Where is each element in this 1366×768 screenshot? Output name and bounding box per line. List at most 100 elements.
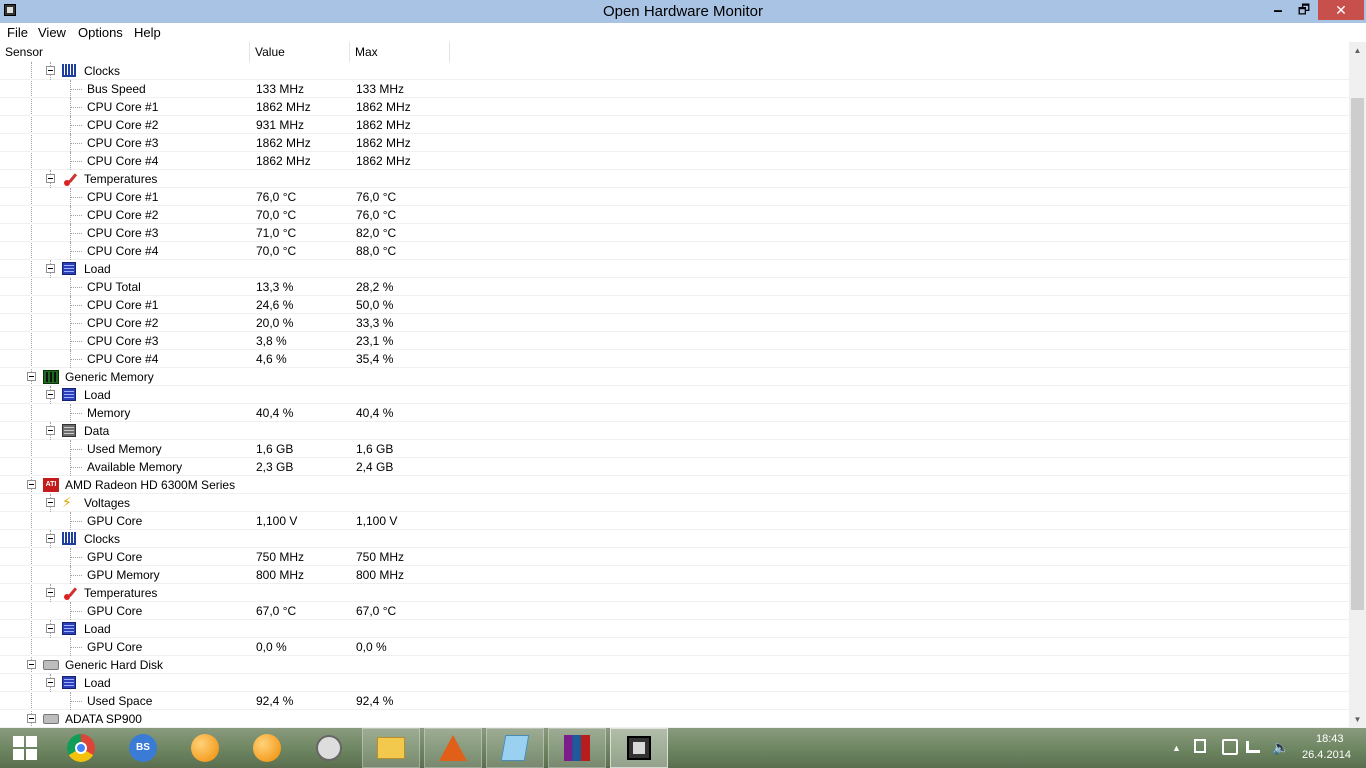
sensor-row[interactable]: CPU Core #2 70,0 °C 76,0 °C xyxy=(0,206,1349,224)
sensor-value: 1862 MHz xyxy=(256,136,311,150)
collapse-toggle[interactable] xyxy=(27,480,36,489)
scroll-down-button[interactable]: ▼ xyxy=(1349,711,1366,728)
collapse-toggle[interactable] xyxy=(27,714,36,723)
sensor-group-row[interactable]: ⚡ Voltages xyxy=(0,494,1349,512)
sensor-row[interactable]: CPU Core #1 24,6 % 50,0 % xyxy=(0,296,1349,314)
tree-connector xyxy=(70,251,82,252)
menu-options[interactable]: Options xyxy=(78,25,123,40)
sensor-row[interactable]: CPU Core #3 1862 MHz 1862 MHz xyxy=(0,134,1349,152)
sensor-group-row[interactable]: Load xyxy=(0,260,1349,278)
sensor-group-row[interactable]: Temperatures xyxy=(0,584,1349,602)
sensor-row[interactable]: Used Space 92,4 % 92,4 % xyxy=(0,692,1349,710)
sensor-row[interactable]: CPU Total 13,3 % 28,2 % xyxy=(0,278,1349,296)
taskbar-file-explorer[interactable] xyxy=(362,728,420,768)
sensor-row[interactable]: CPU Core #1 1862 MHz 1862 MHz xyxy=(0,98,1349,116)
menu-help[interactable]: Help xyxy=(134,25,161,40)
clock-time[interactable]: 18:43 xyxy=(1316,733,1344,745)
sensor-max: 750 MHz xyxy=(356,550,405,564)
taskbar-bluestacks[interactable]: BS xyxy=(114,728,172,768)
collapse-toggle[interactable] xyxy=(46,534,55,543)
sensor-max: 40,4 % xyxy=(356,406,394,420)
sensor-group-row[interactable]: Clocks xyxy=(0,62,1349,80)
collapse-toggle[interactable] xyxy=(27,372,36,381)
hardware-row[interactable]: ATI AMD Radeon HD 6300M Series xyxy=(0,476,1349,494)
collapse-toggle[interactable] xyxy=(46,174,55,183)
tree-connector xyxy=(70,143,82,144)
sensor-row[interactable]: Used Memory 1,6 GB 1,6 GB xyxy=(0,440,1349,458)
collapse-toggle[interactable] xyxy=(46,426,55,435)
sensor-value: 0,0 % xyxy=(256,640,287,654)
vertical-scrollbar[interactable]: ▲ ▼ xyxy=(1349,42,1366,728)
sensor-group-row[interactable]: Load xyxy=(0,674,1349,692)
sensor-group-row[interactable]: Data xyxy=(0,422,1349,440)
sensor-group-row[interactable]: Clocks xyxy=(0,530,1349,548)
sensor-row[interactable]: CPU Core #1 76,0 °C 76,0 °C xyxy=(0,188,1349,206)
taskbar-notebook[interactable] xyxy=(486,728,544,768)
sensor-row[interactable]: CPU Core #3 3,8 % 23,1 % xyxy=(0,332,1349,350)
taskbar-open-hardware-monitor[interactable] xyxy=(610,728,668,768)
taskbar-speedometer[interactable] xyxy=(300,728,358,768)
sensor-group-row[interactable]: Temperatures xyxy=(0,170,1349,188)
clock-date[interactable]: 26.4.2014 xyxy=(1302,749,1351,761)
sensor-row[interactable]: CPU Core #2 931 MHz 1862 MHz xyxy=(0,116,1349,134)
volume-icon[interactable]: 🔈 xyxy=(1272,739,1289,756)
title-bar[interactable]: Open Hardware Monitor 🗕 🗗 ✕ xyxy=(0,0,1366,24)
collapse-toggle[interactable] xyxy=(46,624,55,633)
tree-connector xyxy=(70,233,82,234)
sensor-row[interactable]: GPU Core 0,0 % 0,0 % xyxy=(0,638,1349,656)
taskbar-app-orange-1[interactable] xyxy=(176,728,234,768)
start-button[interactable] xyxy=(0,728,50,768)
collapse-toggle[interactable] xyxy=(46,498,55,507)
column-value[interactable]: Value xyxy=(250,42,350,62)
sensor-row[interactable]: CPU Core #4 1862 MHz 1862 MHz xyxy=(0,152,1349,170)
sensor-name: CPU Core #2 xyxy=(87,208,159,222)
taskbar-winrar[interactable] xyxy=(548,728,606,768)
hardware-row[interactable]: Generic Memory xyxy=(0,368,1349,386)
collapse-toggle[interactable] xyxy=(46,588,55,597)
menu-view[interactable]: View xyxy=(38,25,66,40)
taskbar-matlab[interactable] xyxy=(424,728,482,768)
sensor-group-row[interactable]: Load xyxy=(0,620,1349,638)
load-icon xyxy=(62,622,76,635)
column-sensor[interactable]: Sensor xyxy=(0,42,250,62)
sensor-value: 76,0 °C xyxy=(256,190,297,204)
sensor-row[interactable]: GPU Core 750 MHz 750 MHz xyxy=(0,548,1349,566)
sensor-row[interactable]: CPU Core #4 4,6 % 35,4 % xyxy=(0,350,1349,368)
maximize-button[interactable]: 🗗 xyxy=(1290,0,1318,20)
sensor-row[interactable]: Bus Speed 133 MHz 133 MHz xyxy=(0,80,1349,98)
sensor-value: 13,3 % xyxy=(256,280,294,294)
minimize-button[interactable]: 🗕 xyxy=(1264,0,1292,20)
sensor-row[interactable]: GPU Memory 800 MHz 800 MHz xyxy=(0,566,1349,584)
collapse-toggle[interactable] xyxy=(46,66,55,75)
sensor-group-row[interactable]: Load xyxy=(0,386,1349,404)
action-center-icon[interactable] xyxy=(1194,739,1206,753)
sensor-row[interactable]: Memory 40,4 % 40,4 % xyxy=(0,404,1349,422)
sensor-max: 82,0 °C xyxy=(356,226,397,240)
sensor-row[interactable]: CPU Core #2 20,0 % 33,3 % xyxy=(0,314,1349,332)
scroll-up-button[interactable]: ▲ xyxy=(1349,42,1366,59)
collapse-toggle[interactable] xyxy=(46,678,55,687)
hardware-row[interactable]: Generic Hard Disk xyxy=(0,656,1349,674)
taskbar-app-orange-2[interactable] xyxy=(238,728,296,768)
hardware-row[interactable]: ADATA SP900 xyxy=(0,710,1349,728)
taskbar-chrome[interactable] xyxy=(52,728,110,768)
sensor-name: Clocks xyxy=(84,64,121,78)
menu-file[interactable]: File xyxy=(7,25,28,40)
collapse-toggle[interactable] xyxy=(46,390,55,399)
network-icon[interactable] xyxy=(1246,741,1260,753)
close-button[interactable]: ✕ xyxy=(1318,0,1364,20)
sensor-tree[interactable]: Clocks Bus Speed 133 MHz 133 MHz CPU Core #1… xyxy=(0,62,1349,728)
tray-overflow-chevron[interactable]: ▲ xyxy=(1172,743,1181,753)
sensor-row[interactable]: CPU Core #4 70,0 °C 88,0 °C xyxy=(0,242,1349,260)
sensor-row[interactable]: GPU Core 67,0 °C 67,0 °C xyxy=(0,602,1349,620)
column-max[interactable]: Max xyxy=(350,42,450,62)
power-icon[interactable] xyxy=(1222,739,1238,755)
collapse-toggle[interactable] xyxy=(46,264,55,273)
sensor-row[interactable]: GPU Core 1,100 V 1,100 V xyxy=(0,512,1349,530)
tree-guide-line xyxy=(70,314,71,332)
sensor-row[interactable]: CPU Core #3 71,0 °C 82,0 °C xyxy=(0,224,1349,242)
collapse-toggle[interactable] xyxy=(27,660,36,669)
sensor-name: Load xyxy=(84,262,111,276)
sensor-row[interactable]: Available Memory 2,3 GB 2,4 GB xyxy=(0,458,1349,476)
scroll-thumb[interactable] xyxy=(1351,98,1364,610)
